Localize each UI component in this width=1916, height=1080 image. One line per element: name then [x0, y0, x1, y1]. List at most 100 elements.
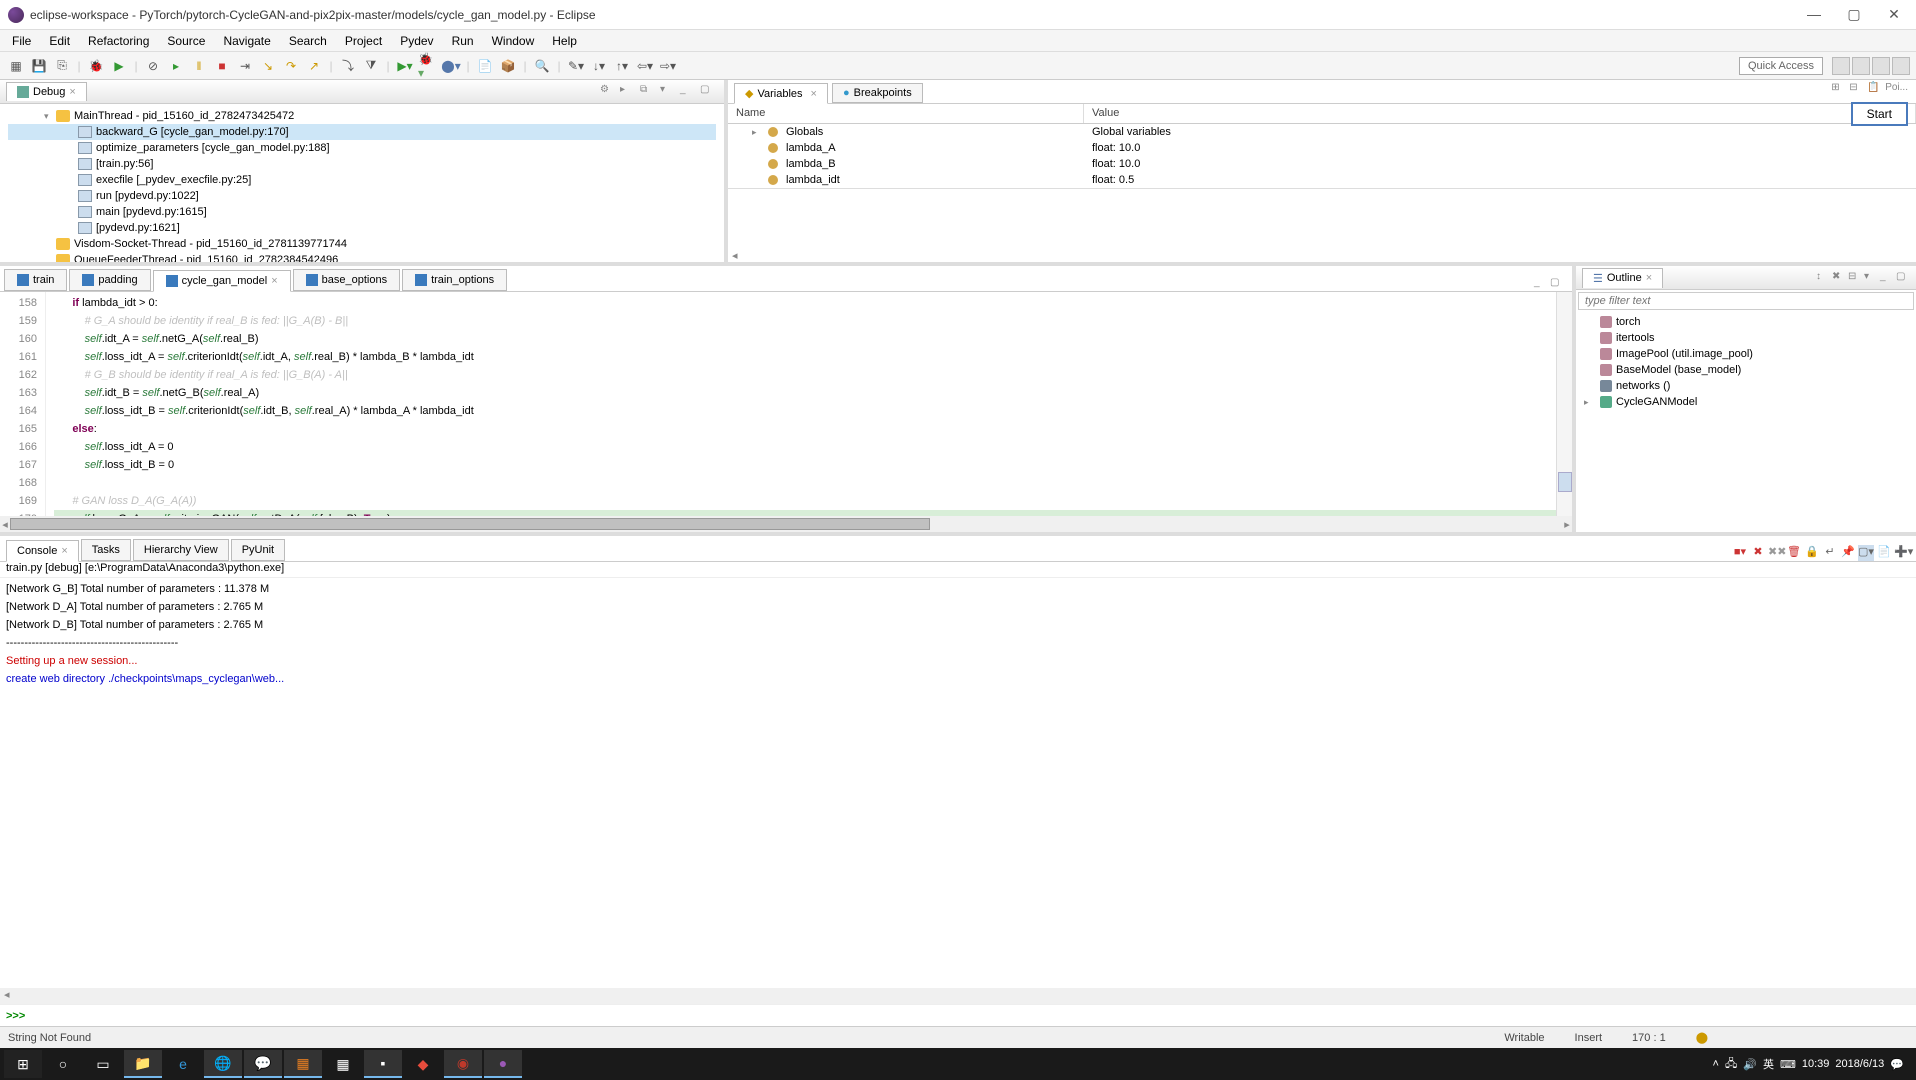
wechat-icon[interactable]: 💬	[244, 1050, 282, 1078]
save-all-icon[interactable]: ⎘	[52, 56, 72, 76]
name-column[interactable]: Name	[728, 104, 1084, 123]
run-last-icon[interactable]: ▶▾	[395, 56, 415, 76]
app-icon[interactable]: ◉	[444, 1050, 482, 1078]
cortana-icon[interactable]: ○	[44, 1050, 82, 1078]
outline-tree[interactable]: torchitertoolsImagePool (util.image_pool…	[1576, 312, 1916, 532]
outline-item[interactable]: ▸CycleGANModel	[1584, 394, 1908, 410]
terminate-icon[interactable]: ■▾	[1732, 545, 1748, 561]
new-icon[interactable]: ▦	[6, 56, 26, 76]
display-console-icon[interactable]: ▢▾	[1858, 545, 1874, 561]
debug-toolbar-icon[interactable]: ▸	[620, 84, 636, 100]
maximize-button[interactable]: ▢	[1840, 6, 1868, 23]
variable-detail-pane[interactable]	[728, 188, 1916, 248]
menu-help[interactable]: Help	[544, 32, 585, 50]
maximize-view-icon[interactable]: ▢	[700, 84, 716, 100]
skip-breakpoints-icon[interactable]: ⊘	[143, 56, 163, 76]
scroll-lock-icon[interactable]: 🔒	[1804, 545, 1820, 561]
console-scrollbar[interactable]: ◂	[0, 988, 1916, 1004]
menu-file[interactable]: File	[4, 32, 39, 50]
toggle-mark-icon[interactable]: ✎▾	[566, 56, 586, 76]
edge-icon[interactable]: e	[164, 1050, 202, 1078]
run-icon[interactable]: ▶	[109, 56, 129, 76]
app-icon[interactable]: ▦	[284, 1050, 322, 1078]
variable-row[interactable]: ▸GlobalsGlobal variables	[728, 124, 1916, 140]
minimize-view-icon[interactable]: _	[680, 84, 696, 100]
stack-frame[interactable]: optimize_parameters [cycle_gan_model.py:…	[8, 140, 716, 156]
stack-frame[interactable]: run [pydevd.py:1022]	[8, 188, 716, 204]
java-perspective-icon[interactable]	[1892, 57, 1910, 75]
breakpoints-tab[interactable]: ● Breakpoints	[832, 83, 923, 103]
open-new-view-icon[interactable]: 📋	[1867, 82, 1883, 98]
menu-edit[interactable]: Edit	[41, 32, 78, 50]
minimize-button[interactable]: —	[1800, 6, 1828, 23]
open-perspective-icon[interactable]	[1832, 57, 1850, 75]
tray-up-icon[interactable]: ˄	[1713, 1058, 1719, 1070]
eclipse-icon[interactable]: ●	[484, 1050, 522, 1078]
debug-last-icon[interactable]: 🐞▾	[418, 56, 438, 76]
minimize-editor-icon[interactable]: _	[1534, 277, 1548, 291]
remove-all-icon[interactable]: ✖✖	[1768, 545, 1784, 561]
close-tab-icon[interactable]: ×	[1646, 272, 1652, 284]
outline-item[interactable]: networks ()	[1584, 378, 1908, 394]
use-step-filters-icon[interactable]: ⧩	[361, 56, 381, 76]
forward-icon[interactable]: ⇨▾	[658, 56, 678, 76]
resume-icon[interactable]: ▸	[166, 56, 186, 76]
outline-item[interactable]: BaseModel (base_model)	[1584, 362, 1908, 378]
prev-annotation-icon[interactable]: ↑▾	[612, 56, 632, 76]
coverage-icon[interactable]: ⬤▾	[441, 56, 461, 76]
new-console-icon[interactable]: ➕▾	[1894, 545, 1910, 561]
menu-search[interactable]: Search	[281, 32, 335, 50]
tray-notifications-icon[interactable]: 💬	[1890, 1058, 1904, 1071]
drop-to-frame-icon[interactable]: ⤵	[338, 56, 358, 76]
minimize-view-icon[interactable]: _	[1880, 271, 1894, 285]
step-return-icon[interactable]: ↗	[304, 56, 324, 76]
editor-tab-train_options[interactable]: train_options	[402, 269, 507, 291]
start-button[interactable]: ⊞	[4, 1050, 42, 1078]
variable-row[interactable]: lambda_idtfloat: 0.5	[728, 172, 1916, 188]
stack-frame[interactable]: QueueFeederThread - pid_15160_id_2782384…	[8, 252, 716, 262]
outline-item[interactable]: itertools	[1584, 330, 1908, 346]
outline-item[interactable]: ImagePool (util.image_pool)	[1584, 346, 1908, 362]
editor-tab-base_options[interactable]: base_options	[293, 269, 400, 291]
suspend-icon[interactable]: ‖	[189, 56, 209, 76]
console-tab-pyunit[interactable]: PyUnit	[231, 539, 285, 561]
debug-toolbar-icon[interactable]: ⚙	[600, 84, 616, 100]
tray-ime[interactable]: 英	[1763, 1056, 1774, 1072]
menu-navigate[interactable]: Navigate	[215, 32, 278, 50]
menu-pydev[interactable]: Pydev	[392, 32, 441, 50]
variables-tab[interactable]: ◆ Variables ×	[734, 83, 828, 104]
menu-refactoring[interactable]: Refactoring	[80, 32, 157, 50]
hide-fields-icon[interactable]: ✖	[1832, 271, 1846, 285]
stack-frame[interactable]: execfile [_pydev_execfile.py:25]	[8, 172, 716, 188]
tray-input-icon[interactable]: ⌨	[1780, 1058, 1796, 1071]
pin-console-icon[interactable]: 📌	[1840, 545, 1856, 561]
quick-access[interactable]: Quick Access	[1739, 57, 1823, 75]
terminal-icon[interactable]: ▪	[364, 1050, 402, 1078]
console-tab-hierarchy-view[interactable]: Hierarchy View	[133, 539, 229, 561]
scrollbar-thumb[interactable]	[10, 518, 930, 530]
code-content[interactable]: if lambda_idt > 0: # G_A should be ident…	[46, 292, 1556, 516]
maximize-view-icon[interactable]: ▢	[1896, 271, 1910, 285]
debug-perspective-icon[interactable]	[1872, 57, 1890, 75]
maximize-editor-icon[interactable]: ▢	[1550, 277, 1564, 291]
new-module-icon[interactable]: 📄	[475, 56, 495, 76]
tray-date[interactable]: 2018/6/13	[1835, 1058, 1884, 1070]
variable-row[interactable]: lambda_Bfloat: 10.0	[728, 156, 1916, 172]
stack-frame[interactable]: Visdom-Socket-Thread - pid_15160_id_2781…	[8, 236, 716, 252]
terminate-icon[interactable]: ■	[212, 56, 232, 76]
stack-frame[interactable]: main [pydevd.py:1615]	[8, 204, 716, 220]
tray-time[interactable]: 10:39	[1802, 1058, 1830, 1070]
debug-toolbar-icon[interactable]: ⧉	[640, 84, 656, 100]
menu-source[interactable]: Source	[159, 32, 213, 50]
back-icon[interactable]: ⇦▾	[635, 56, 655, 76]
editor-tab-train[interactable]: train	[4, 269, 67, 291]
horizontal-scrollbar[interactable]: ◂ ▸	[0, 516, 1572, 532]
app-icon[interactable]: ▦	[324, 1050, 362, 1078]
overview-ruler[interactable]	[1556, 292, 1572, 516]
sort-icon[interactable]: ↕	[1816, 271, 1830, 285]
debug-icon[interactable]: 🐞	[86, 56, 106, 76]
stack-frame[interactable]: ▾MainThread - pid_15160_id_2782473425472	[8, 108, 716, 124]
show-type-names-icon[interactable]: ⊞	[1831, 82, 1847, 98]
outline-tab[interactable]: ☰ Outline ×	[1582, 268, 1663, 288]
variables-table[interactable]: ▸GlobalsGlobal variableslambda_Afloat: 1…	[728, 124, 1916, 188]
